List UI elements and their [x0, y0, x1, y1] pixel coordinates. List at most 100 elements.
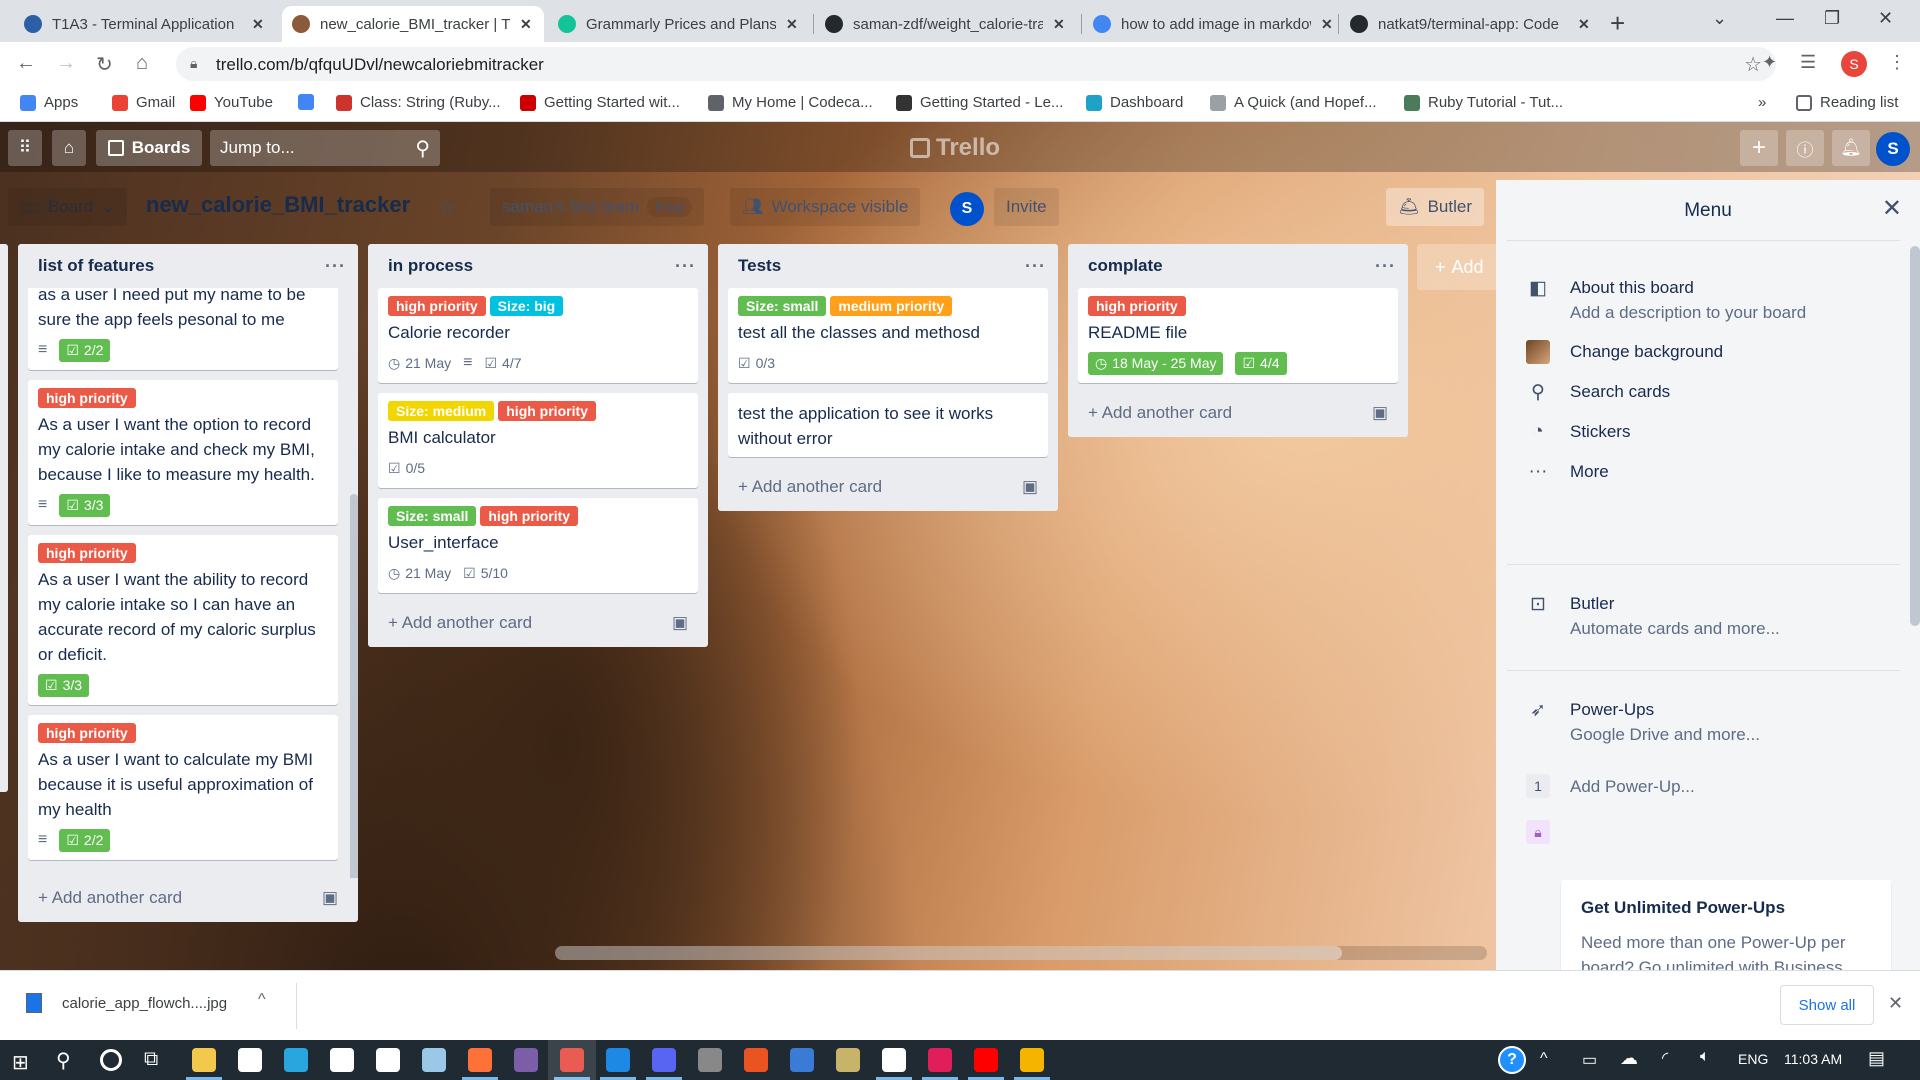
user-avatar[interactable]: S [1876, 132, 1910, 166]
card-label[interactable]: medium priority [830, 296, 953, 316]
bookmark-item[interactable] [298, 94, 322, 110]
firefox-icon[interactable] [468, 1048, 492, 1072]
file-explorer-icon[interactable] [192, 1048, 216, 1072]
list-menu-icon[interactable]: ··· [1375, 256, 1396, 277]
list-header[interactable]: in process ··· [368, 244, 708, 288]
reading-list-button[interactable]: Reading list [1796, 94, 1898, 111]
menu-item-powerups[interactable]: ➶ Power-Ups Google Drive and more... [1526, 698, 1760, 748]
star-board-icon[interactable]: ☆ [426, 188, 468, 226]
bookmark-item[interactable]: Class: String (Ruby... [336, 94, 501, 111]
list-title[interactable]: complate [1088, 256, 1163, 276]
language-indicator[interactable]: ENG [1738, 1051, 1768, 1067]
create-button[interactable]: + [1740, 130, 1778, 166]
due-date-badge[interactable]: ◷ 21 May [388, 565, 451, 582]
menu-item[interactable]: ◔ Stickers [1526, 420, 1630, 444]
list-menu-icon[interactable]: ··· [675, 256, 696, 277]
add-list-button[interactable]: + Add [1417, 244, 1507, 290]
card[interactable]: high priority Size: big Calorie recorder ◷ 2… [378, 288, 698, 383]
due-date-badge[interactable]: ◷ 18 May - 25 May [1088, 351, 1224, 375]
due-date-badge[interactable]: ◷ 21 May [388, 355, 451, 372]
media-control-icon[interactable]: ☰ [1800, 52, 1816, 73]
info-icon[interactable]: ⓘ [1786, 130, 1824, 166]
list-title[interactable]: in process [388, 256, 473, 276]
meet-now-icon[interactable]: ▭ [1582, 1050, 1597, 1070]
download-item[interactable]: calorie_app_flowch....jpg [62, 995, 227, 1012]
extensions-icon[interactable]: ✦ [1762, 52, 1777, 73]
back-icon[interactable]: ← [16, 52, 36, 75]
card-label[interactable]: high priority [498, 401, 596, 421]
ubuntu-icon[interactable] [744, 1048, 768, 1072]
browser-tab[interactable]: saman-zdf/weight_calorie-tracker ✕ [815, 6, 1077, 42]
close-tab-icon[interactable]: ✕ [1053, 16, 1065, 33]
visibility-button[interactable]: 👥︎ Workspace visible [730, 188, 921, 226]
bookmark-item[interactable]: Getting Started wit... [520, 94, 680, 111]
minimize-button[interactable]: — [1776, 8, 1794, 29]
invite-button[interactable]: Invite [994, 188, 1059, 226]
gimp-icon[interactable] [698, 1048, 722, 1072]
dropbox-icon[interactable] [376, 1048, 400, 1072]
bookmark-item[interactable]: A Quick (and Hopef... [1210, 94, 1377, 111]
card-label[interactable]: high priority [38, 388, 136, 408]
board-view-switcher[interactable]: ▯▯▯ Board ⌄ [8, 188, 128, 226]
card[interactable]: Size: medium high priority BMI calculator ☑… [378, 393, 698, 488]
card-label[interactable]: high priority [38, 543, 136, 563]
browser-tab[interactable]: how to add image in markdown ✕ [1083, 6, 1345, 42]
home-icon[interactable]: ⌂ [136, 52, 148, 75]
bookmark-item[interactable]: Dashboard [1086, 94, 1183, 111]
card[interactable]: Size: small medium priority test all the c… [728, 288, 1048, 383]
close-tab-icon[interactable]: ✕ [1321, 16, 1333, 33]
list-header[interactable]: complate ··· [1068, 244, 1408, 288]
board-member-avatar[interactable]: S [950, 192, 984, 226]
profile-avatar[interactable]: S [1841, 51, 1867, 77]
browser-menu-icon[interactable]: ⋮ [1888, 52, 1906, 73]
volume-icon[interactable]: 🔈︎ [1700, 1048, 1710, 1066]
onedrive-icon[interactable]: ☁ [1620, 1048, 1638, 1069]
windows-start-icon[interactable]: ⊞ [12, 1050, 29, 1075]
menu-item[interactable]: ··· More [1526, 460, 1609, 484]
list-header[interactable]: list of features ··· [18, 244, 358, 288]
discord-icon[interactable] [652, 1048, 676, 1072]
bookmark-item[interactable]: YouTube [190, 94, 273, 111]
paint-icon[interactable] [1020, 1048, 1044, 1072]
tab-search-icon[interactable]: ⌄ [1712, 8, 1727, 29]
card-label[interactable]: Size: medium [388, 401, 495, 421]
reload-icon[interactable]: ↻ [96, 52, 113, 77]
card-label[interactable]: high priority [38, 723, 136, 743]
forward-icon[interactable]: → [56, 52, 76, 75]
card[interactable]: high priority README file ◷ 18 May - 25 May… [1078, 288, 1398, 383]
powershell-icon[interactable] [790, 1048, 814, 1072]
bookmark-star-icon[interactable]: ☆ [1744, 52, 1762, 77]
list-title[interactable]: list of features [38, 256, 154, 276]
eclipse-icon[interactable] [836, 1048, 860, 1072]
browser-tab[interactable]: T1A3 - Terminal Application ✕ [14, 6, 276, 42]
bookmark-item[interactable]: Getting Started - Le... [896, 94, 1063, 111]
clock[interactable]: 11:03 AM [1784, 1051, 1842, 1067]
card[interactable]: high priority As a user I want the option… [28, 380, 338, 525]
app-switcher-icon[interactable]: ⠿ [8, 130, 42, 166]
terminal-icon[interactable] [238, 1048, 262, 1072]
card-label[interactable]: high priority [1088, 296, 1186, 316]
action-center-icon[interactable]: ▤ [1868, 1048, 1885, 1069]
card[interactable]: high priority As a user I want to calcula… [28, 715, 338, 860]
slack-icon[interactable] [928, 1048, 952, 1072]
card-template-icon[interactable]: ▣ [1372, 403, 1388, 423]
restore-button[interactable]: ❐ [1824, 8, 1840, 29]
close-tab-icon[interactable]: ✕ [520, 16, 532, 33]
trello-logo[interactable]: Trello [910, 134, 1000, 162]
help-icon[interactable]: ? [1498, 1046, 1526, 1074]
scrollbar-thumb[interactable] [555, 946, 1342, 960]
butler-button[interactable]: 🛎︎ Butler [1386, 188, 1485, 226]
board-horizontal-scrollbar[interactable] [555, 946, 1487, 960]
browser-tab[interactable]: Grammarly Prices and Plans ✕ [548, 6, 810, 42]
browser-tab[interactable]: natkat9/terminal-app: Code ✕ [1340, 6, 1604, 42]
close-tab-icon[interactable]: ✕ [786, 16, 798, 33]
card[interactable]: test the application to see it works wit… [728, 393, 1048, 457]
wifi-icon[interactable]: ◜ [1662, 1048, 1668, 1068]
close-tab-icon[interactable]: ✕ [252, 16, 264, 33]
card-label[interactable]: Size: big [489, 296, 564, 316]
menu-item[interactable]: ⚲ Search cards [1526, 380, 1670, 404]
jump-to-search[interactable]: Jump to... ⚲ [210, 130, 440, 166]
add-card-button[interactable]: + Add another card ▣ [1068, 393, 1408, 437]
list-title[interactable]: Tests [738, 256, 781, 276]
edge-icon[interactable] [284, 1048, 308, 1072]
